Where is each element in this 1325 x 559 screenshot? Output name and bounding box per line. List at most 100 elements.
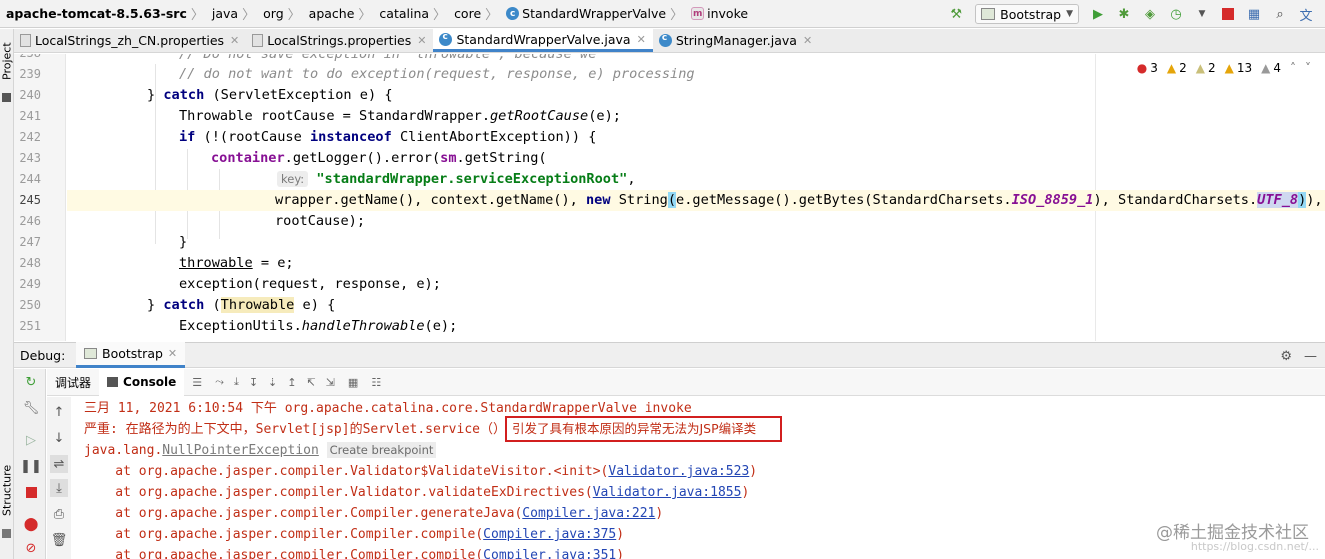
search-icon[interactable]: ⌕ <box>1269 3 1291 25</box>
stop-icon[interactable] <box>1217 3 1239 25</box>
inspection-widget[interactable]: ● 3 ▲ 2 ▲ 2 ▲ 13 ▲ 4 ˄ ˅ <box>1137 61 1311 75</box>
tab-localstrings-zh-cn[interactable]: LocalStrings_zh_CN.properties ✕ <box>14 29 246 52</box>
breadcrumb-method[interactable]: m invoke <box>685 6 750 21</box>
resume-icon[interactable]: ▷ <box>22 431 40 449</box>
step-over-icon[interactable]: ⤓ <box>229 375 244 389</box>
matched-brace: ( <box>667 192 677 208</box>
structure-tool-window-tab[interactable]: Structure <box>0 455 14 525</box>
chevron-down-icon: ▼ <box>1066 9 1073 19</box>
drop-frame-icon[interactable]: ↸ <box>301 376 320 389</box>
line-number: 238 <box>14 54 41 60</box>
java-class-icon <box>658 33 672 47</box>
menu-icon[interactable]: ☰ <box>184 376 210 389</box>
editor-tabs: LocalStrings_zh_CN.properties ✕ LocalStr… <box>14 29 1325 53</box>
debug-session-label: Bootstrap <box>102 346 163 361</box>
step-into-icon[interactable]: ↧ <box>244 376 263 389</box>
breadcrumb-org[interactable]: org <box>257 6 286 21</box>
arrow-up-icon[interactable]: ↑ <box>50 403 68 421</box>
source-link[interactable]: Validator.java:1855 <box>593 485 742 500</box>
line-number: 243 <box>19 151 41 165</box>
tab-label: LocalStrings.properties <box>267 33 412 48</box>
code-editor[interactable]: 238 239 240 241 242 243 244 245 246 247 … <box>14 54 1325 341</box>
print-icon[interactable]: ⎙ <box>50 505 68 523</box>
chevron-up-icon[interactable]: ˄ <box>1290 61 1296 75</box>
run-config-label: Bootstrap <box>1000 6 1062 22</box>
pause-icon[interactable]: ❚❚ <box>20 457 42 475</box>
parameter-hint: key: <box>277 171 309 187</box>
arrow-down-icon[interactable]: ↓ <box>50 429 68 447</box>
close-icon[interactable]: ✕ <box>637 33 646 46</box>
tab-localstrings[interactable]: LocalStrings.properties ✕ <box>246 29 433 52</box>
close-icon[interactable]: ✕ <box>803 34 812 47</box>
step-out-icon[interactable]: ↥ <box>282 376 301 389</box>
close-icon[interactable]: ✕ <box>230 34 239 47</box>
gear-icon[interactable]: ⚙ <box>1280 349 1292 364</box>
source-link[interactable]: Validator.java:523 <box>608 464 749 479</box>
source-link[interactable]: Compiler.java:351 <box>483 548 616 559</box>
translate-icon[interactable]: 文 <box>1295 3 1317 25</box>
soft-wrap-icon[interactable]: ⇌ <box>50 455 68 473</box>
tab-debugger[interactable]: 调试器 <box>47 369 99 396</box>
source-link[interactable]: Compiler.java:375 <box>483 527 616 542</box>
breadcrumb-apache[interactable]: apache <box>303 6 357 21</box>
layout-icon[interactable]: ☷ <box>366 376 386 389</box>
code-line-249: exception(request, response, e); <box>179 276 441 292</box>
tab-stringmanager[interactable]: StringManager.java ✕ <box>653 29 819 52</box>
editor-gutter[interactable]: 238 239 240 241 242 243 244 245 246 247 … <box>14 54 66 341</box>
close-icon[interactable]: ✕ <box>168 347 177 360</box>
mute-breakpoints-icon[interactable]: ⊘ <box>22 539 40 557</box>
project-tool-window-tab[interactable]: Project <box>0 33 14 89</box>
chevron-down-icon[interactable]: ˅ <box>1305 61 1311 75</box>
java-class-icon <box>439 32 453 46</box>
view-breakpoints-icon[interactable]: ⬤ <box>22 515 40 533</box>
coverage-icon[interactable]: ◈ <box>1139 3 1161 25</box>
warnings-count[interactable]: ▲ 2 <box>1167 61 1187 75</box>
force-step-into-icon[interactable]: ⇣ <box>263 376 282 389</box>
run-icon[interactable]: ▶ <box>1087 3 1109 25</box>
evaluate-expression-icon[interactable]: ▦ <box>340 376 366 389</box>
left-tool-strip: Project Structure <box>0 29 14 559</box>
code-area[interactable]: // Do not save exception in 'throwable',… <box>67 54 1325 341</box>
tab-standardwrappervalve[interactable]: StandardWrapperValve.java ✕ <box>433 29 653 52</box>
rerun-icon[interactable]: ↻ <box>22 373 40 391</box>
more-dropdown-icon[interactable]: ▼ <box>1191 3 1213 25</box>
minimize-icon[interactable]: — <box>1304 349 1317 364</box>
run-config-selector[interactable]: Bootstrap ▼ <box>975 4 1079 24</box>
stop-icon[interactable] <box>22 483 40 501</box>
breadcrumb-catalina[interactable]: catalina <box>373 6 431 21</box>
code-line-245-current: wrapper.getName(), context.getName(), ne… <box>67 190 1325 211</box>
profiler-icon[interactable]: ◷ <box>1165 3 1187 25</box>
breadcrumb-java[interactable]: java <box>206 6 240 21</box>
tab-console[interactable]: Console <box>99 368 185 396</box>
typos-count[interactable]: ▲ 13 <box>1225 61 1253 75</box>
debug-session-tab[interactable]: Bootstrap ✕ <box>76 342 186 368</box>
line-number: 239 <box>19 67 41 81</box>
line-number: 247 <box>19 235 41 249</box>
line-number-current: 245 <box>19 193 41 207</box>
method-icon: m <box>691 7 705 20</box>
chevron-right-icon: 〉 <box>358 8 372 23</box>
chevron-right-icon: 〉 <box>670 8 684 23</box>
scroll-to-end-icon[interactable]: ⤓ <box>50 479 68 497</box>
breadcrumb-project[interactable]: apache-tomcat-8.5.63-src <box>0 6 189 21</box>
run-to-cursor-icon[interactable]: ⇲ <box>321 376 340 389</box>
show-execution-point-icon[interactable]: ⤳ <box>210 375 229 389</box>
close-icon[interactable]: ✕ <box>417 34 426 47</box>
exception-link[interactable]: NullPointerException <box>162 443 319 458</box>
create-breakpoint-link[interactable]: Create breakpoint <box>326 442 437 458</box>
breadcrumb-core[interactable]: core <box>448 6 483 21</box>
source-link[interactable]: Compiler.java:221 <box>522 506 655 521</box>
build-hammer-icon[interactable]: ⚒ <box>945 3 967 25</box>
weak-warnings-count[interactable]: ▲ 2 <box>1196 61 1216 75</box>
debug-label: Debug: <box>20 347 66 363</box>
code-line-239: // do not want to do exception(request, … <box>179 66 695 82</box>
other-count[interactable]: ▲ 4 <box>1261 61 1281 75</box>
breadcrumb-class[interactable]: c StandardWrapperValve <box>500 6 668 21</box>
errors-count[interactable]: ● 3 <box>1137 61 1158 75</box>
debug-icon[interactable]: ✱ <box>1113 3 1135 25</box>
code-line-242: if (!(rootCause instanceof ClientAbortEx… <box>179 129 597 145</box>
project-structure-icon[interactable]: ▦ <box>1243 3 1265 25</box>
clear-all-icon[interactable]: 🗑︎ <box>50 531 68 549</box>
wrench-icon[interactable]: 🔧︎ <box>22 399 40 417</box>
breadcrumb-method-label: invoke <box>707 6 749 21</box>
